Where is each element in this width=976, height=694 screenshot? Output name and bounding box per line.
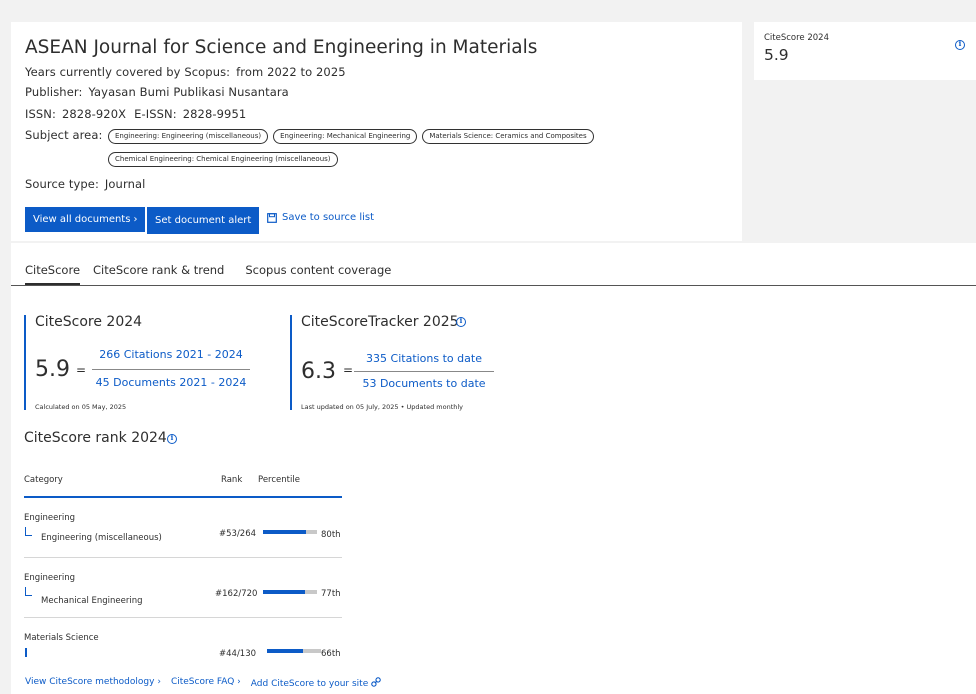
subject-area-pill[interactable]: Engineering: Engineering (miscellaneous)	[108, 129, 269, 144]
tab-citescore[interactable]: CiteScore	[25, 263, 81, 286]
citescore-equals: =	[76, 363, 87, 377]
tab-scopus-content-coverage[interactable]: Scopus content coverage	[245, 263, 391, 286]
row-category: Engineering	[24, 513, 75, 523]
tracker-equals: =	[343, 363, 354, 377]
info-icon[interactable]	[167, 433, 177, 444]
citescore-calculated-note: Calculated on 05 May, 2025	[35, 403, 127, 411]
info-icon[interactable]	[955, 39, 965, 50]
issn-info: ISSN: 2828-920X E-ISSN: 2828-9951	[25, 107, 246, 121]
row-subcategory: Engineering (miscellaneous)	[41, 533, 162, 543]
citescore-summary-value: 5.9	[764, 46, 789, 64]
percentile-bar-fill	[263, 590, 305, 594]
percentile-header: Percentile	[258, 475, 300, 485]
percentile-bar-fill	[263, 530, 307, 534]
view-all-documents-button[interactable]: View all documents ›	[25, 207, 146, 232]
tab-bar: CiteScore CiteScore rank & trend Scopus …	[25, 263, 391, 286]
citescore-panel: CiteScore CiteScore rank & trend Scopus …	[11, 243, 976, 694]
row-subcategory: Mechanical Engineering	[41, 596, 143, 606]
subject-area-label: Subject area:	[25, 128, 103, 142]
citescore-fraction-line	[92, 369, 250, 370]
subject-area-pill[interactable]: Engineering: Mechanical Engineering	[273, 129, 418, 144]
tab-citescore-rank-trend[interactable]: CiteScore rank & trend	[93, 263, 224, 286]
tracker-citations-link[interactable]: 335 Citations to date	[354, 352, 494, 365]
citescore-rank-title: CiteScore rank 2024	[24, 430, 167, 446]
row-rank: #53/264	[219, 529, 257, 539]
row-percentile: 77th	[321, 589, 341, 599]
citescore-faq-link[interactable]: CiteScore FAQ ›	[171, 677, 241, 689]
rank-header: Rank	[221, 475, 243, 485]
publisher-value: Yayasan Bumi Publikasi Nusantara	[88, 85, 289, 99]
tracker-title: CiteScoreTracker 2025	[301, 314, 459, 330]
view-all-documents-label: View all documents	[33, 214, 131, 225]
percentile-bar-fill	[267, 649, 303, 653]
source-type-value: Journal	[104, 177, 146, 191]
citescore-value: 5.9	[35, 357, 70, 382]
tab-divider	[11, 285, 976, 286]
source-type-label: Source type:	[25, 177, 99, 191]
publisher: Publisher: Yayasan Bumi Publikasi Nusanta…	[25, 85, 289, 99]
percentile-bar	[263, 530, 317, 534]
subject-area-pill[interactable]: Materials Science: Ceramics and Composit…	[422, 129, 594, 144]
percentile-bar	[267, 649, 321, 653]
coverage-years-value: from 2022 to 2025	[236, 65, 346, 79]
issn-label: ISSN:	[25, 107, 56, 121]
info-icon[interactable]	[456, 316, 466, 327]
subject-area-pill[interactable]: Chemical Engineering: Chemical Engineeri…	[108, 152, 338, 167]
tracker-updated-note: Last updated on 05 July, 2025 • Updated …	[301, 403, 464, 411]
link-icon	[371, 677, 381, 687]
sub-bracket-icon	[25, 527, 32, 536]
citescore-summary-card: CiteScore 2024 5.9	[754, 22, 976, 80]
tracker-block-accent	[290, 315, 292, 410]
citescore-faq-label: CiteScore FAQ	[170, 677, 235, 687]
coverage-years-label: Years currently covered by Scopus:	[25, 65, 231, 79]
citescore-methodology-link[interactable]: View CiteScore methodology ›	[25, 677, 161, 689]
save-icon	[267, 212, 277, 223]
sub-bracket-icon	[25, 648, 27, 657]
citescore-citations-link[interactable]: 266 Citations 2021 - 2024	[92, 348, 250, 361]
citescore-documents-link[interactable]: 45 Documents 2021 - 2024	[92, 376, 250, 389]
citescore-summary-label: CiteScore 2024	[764, 33, 829, 43]
category-header: Category	[24, 475, 63, 485]
row-category: Materials Science	[24, 633, 99, 643]
citescore-title: CiteScore 2024	[35, 314, 143, 330]
tracker-value: 6.3	[301, 359, 336, 384]
row-percentile: 66th	[321, 649, 341, 658]
save-to-source-list-link[interactable]: Save to source list	[267, 212, 374, 223]
sub-bracket-icon	[25, 587, 32, 596]
publisher-label: Publisher:	[25, 85, 83, 99]
row-percentile: 80th	[321, 530, 341, 540]
add-citescore-label: Add CiteScore to your site	[250, 679, 369, 689]
add-citescore-link[interactable]: Add CiteScore to your site	[251, 677, 381, 689]
tracker-fraction-line	[354, 371, 494, 372]
issn-value: 2828-920X	[61, 107, 127, 121]
coverage-years: Years currently covered by Scopus: from 2…	[25, 65, 346, 79]
subject-area-list: Engineering: Engineering (miscellaneous)…	[108, 129, 594, 144]
chevron-right-icon: ›	[157, 677, 161, 687]
percentile-bar	[263, 590, 317, 594]
eissn-value: 2828-9951	[182, 107, 247, 121]
chevron-right-icon: ›	[237, 677, 241, 687]
eissn-label: E-ISSN:	[134, 107, 177, 121]
citescore-block-accent	[24, 315, 26, 410]
row-divider	[24, 557, 342, 558]
header-underline	[24, 496, 342, 498]
row-rank: #162/720	[215, 589, 258, 599]
row-divider	[24, 617, 342, 618]
subject-area-list-2: Chemical Engineering: Chemical Engineeri…	[108, 152, 338, 167]
journal-title: ASEAN Journal for Science and Engineerin…	[25, 37, 538, 58]
chevron-right-icon: ›	[133, 214, 138, 225]
set-document-alert-button[interactable]: Set document alert	[147, 207, 260, 234]
row-category: Engineering	[24, 573, 75, 583]
source-type: Source type: Journal	[25, 177, 145, 191]
tracker-documents-link[interactable]: 53 Documents to date	[354, 377, 494, 390]
row-rank: #44/130	[219, 649, 257, 658]
footer-links: View CiteScore methodology › CiteScore F…	[25, 677, 381, 689]
source-info-card: ASEAN Journal for Science and Engineerin…	[11, 22, 742, 241]
save-to-source-list-label: Save to source list	[282, 212, 375, 223]
citescore-methodology-label: View CiteScore methodology	[25, 677, 155, 687]
